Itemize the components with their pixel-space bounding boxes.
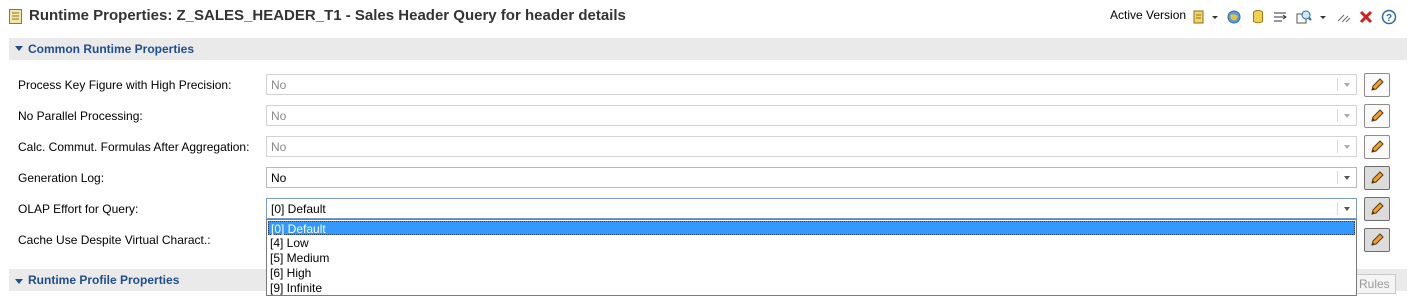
olap-effort-select[interactable]: [0] Default	[266, 198, 1357, 219]
menu-arrow-icon[interactable]	[1318, 9, 1328, 25]
close-red-icon[interactable]	[1358, 9, 1374, 25]
dropdown-arrow-icon[interactable]	[1210, 9, 1220, 25]
edit-no-parallel-button[interactable]	[1364, 104, 1390, 128]
select-value: No	[271, 171, 287, 185]
generation-log-select[interactable]: No	[266, 167, 1357, 188]
prop-label-cache-use: Cache Use Despite Virtual Charact.:	[18, 233, 211, 247]
text-wrap-icon[interactable]	[1272, 9, 1288, 25]
prop-label-olap-effort: OLAP Effort for Query:	[18, 202, 139, 216]
section-title: Runtime Profile Properties	[28, 273, 180, 287]
chevron-down-icon	[1344, 83, 1350, 87]
pencil-icon	[1371, 233, 1384, 246]
combo-separator	[1337, 109, 1338, 122]
high-precision-select: No	[266, 74, 1357, 95]
section-title: Common Runtime Properties	[28, 42, 195, 56]
olap-effort-dropdown-list[interactable]: [0] Default [4] Low [5] Medium [6] High …	[266, 219, 1357, 296]
chevron-down-icon	[1344, 114, 1350, 118]
dropdown-option-medium[interactable]: [5] Medium	[268, 251, 1355, 265]
query-document-icon	[9, 9, 22, 24]
dropdown-option-default[interactable]: [0] Default	[268, 221, 1355, 236]
select-value: [0] Default	[271, 202, 326, 216]
pencil-icon	[1371, 171, 1384, 184]
select-value: No	[271, 109, 287, 123]
collapse-triangle-icon[interactable]	[15, 46, 23, 51]
no-parallel-select: No	[266, 105, 1357, 126]
combo-separator	[1337, 202, 1338, 215]
combo-separator	[1337, 78, 1338, 91]
prop-label-no-parallel: No Parallel Processing:	[18, 109, 143, 123]
edit-generation-log-button[interactable]	[1364, 166, 1390, 190]
chevron-down-icon[interactable]	[1344, 176, 1350, 180]
runtime-properties-editor: Runtime Properties: Z_SALES_HEADER_T1 - …	[0, 0, 1408, 298]
editor-header: Runtime Properties: Z_SALES_HEADER_T1 - …	[0, 0, 1408, 34]
dropdown-option-high[interactable]: [6] High	[268, 266, 1355, 280]
prop-label-calc-commut: Calc. Commut. Formulas After Aggregation…	[18, 140, 250, 154]
collapse-triangle-icon[interactable]	[15, 279, 23, 284]
select-value: No	[271, 78, 287, 92]
globe-icon[interactable]	[1226, 9, 1242, 25]
combo-separator	[1337, 171, 1338, 184]
active-version-label: Active Version	[1110, 8, 1187, 22]
pencil-icon	[1371, 202, 1384, 215]
calc-commut-select: No	[266, 136, 1357, 157]
pencil-icon	[1371, 140, 1384, 153]
chevron-down-icon[interactable]	[1344, 207, 1350, 211]
edit-olap-effort-button[interactable]	[1364, 197, 1390, 221]
dropdown-option-low[interactable]: [4] Low	[268, 236, 1355, 250]
chevron-down-icon	[1344, 145, 1350, 149]
pencil-icon	[1371, 78, 1384, 91]
compare-icon[interactable]	[1336, 9, 1352, 25]
help-icon[interactable]: ?	[1381, 9, 1397, 25]
page-title: Runtime Properties: Z_SALES_HEADER_T1 - …	[29, 7, 626, 24]
version-doc-icon[interactable]	[1191, 9, 1207, 25]
prop-label-generation-log: Generation Log:	[18, 171, 105, 185]
database-icon[interactable]	[1250, 9, 1266, 25]
combo-separator	[1337, 140, 1338, 153]
select-value: No	[271, 140, 287, 154]
edit-calc-commut-button[interactable]	[1364, 135, 1390, 159]
dropdown-option-infinite[interactable]: [9] Infinite	[268, 281, 1355, 295]
svg-text:?: ?	[1386, 13, 1392, 24]
edit-cache-use-button[interactable]	[1364, 228, 1390, 252]
search-query-icon[interactable]	[1296, 9, 1312, 25]
rules-button[interactable]: Rules	[1356, 274, 1396, 294]
pencil-icon	[1371, 109, 1384, 122]
section-common-runtime-properties[interactable]: Common Runtime Properties	[9, 38, 1407, 60]
prop-label-high-precision: Process Key Figure with High Precision:	[18, 78, 232, 92]
edit-high-precision-button[interactable]	[1364, 73, 1390, 97]
